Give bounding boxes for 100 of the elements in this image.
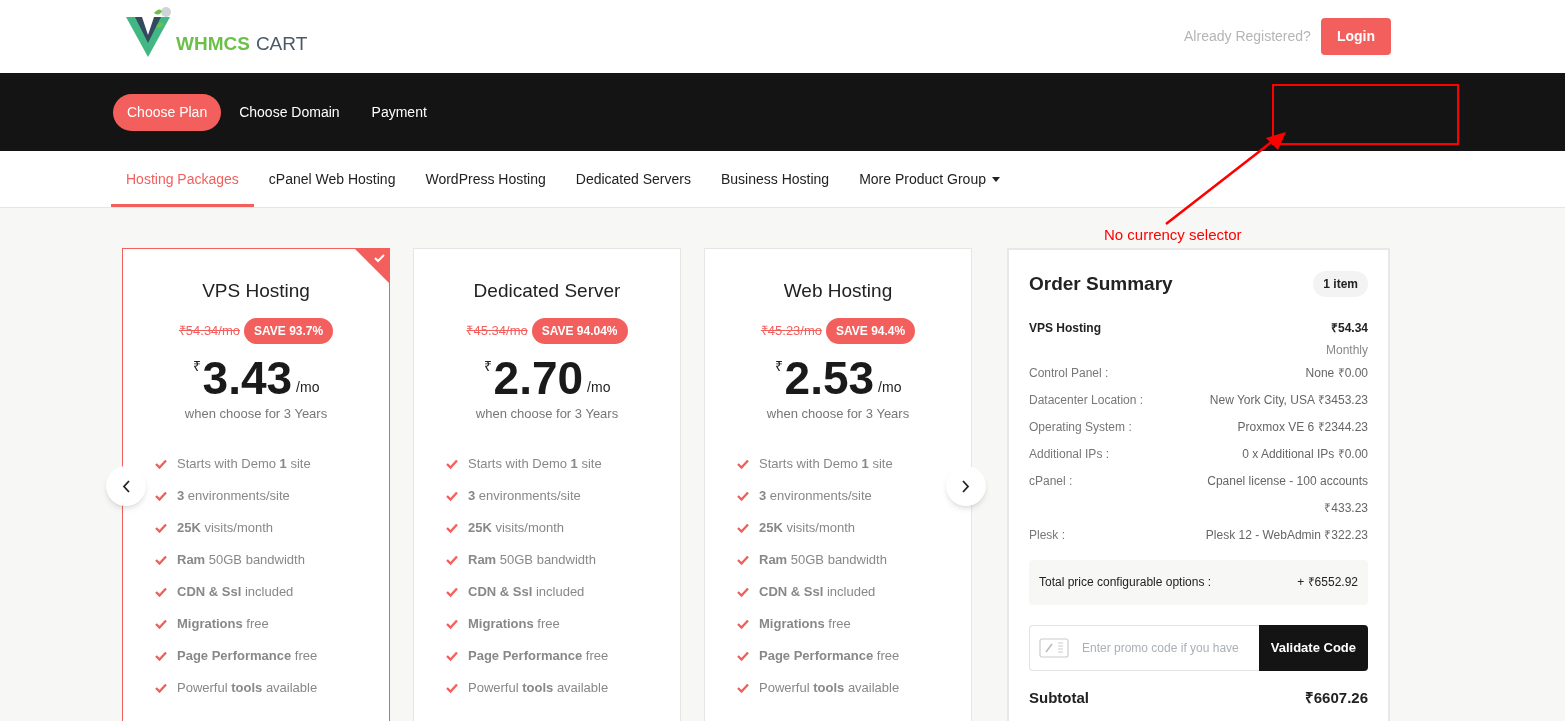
plan-name: VPS Hosting — [202, 279, 310, 303]
plan-feature: CDN & Ssl included — [468, 583, 585, 602]
plan-name: Dedicated Server — [473, 279, 621, 303]
total-options-label: Total price configurable options : — [1039, 574, 1212, 591]
check-icon — [446, 523, 458, 533]
plan-name: Web Hosting — [783, 279, 893, 303]
plan-feature: Ram 50GB bandwidth — [468, 551, 596, 570]
check-icon — [737, 459, 749, 469]
option-value: Proxmox VE 6 ₹2344.23 — [1237, 418, 1368, 436]
plan-feature: Starts with Demo 1 site — [177, 455, 311, 474]
check-icon — [155, 587, 167, 597]
option-value: None ₹0.00 — [1305, 364, 1368, 382]
option-label: Plesk : — [1029, 526, 1065, 544]
plan-price: 2.70 — [493, 351, 584, 404]
chevron-right-icon — [962, 479, 970, 493]
step-tab[interactable]: Payment — [357, 93, 441, 131]
subtotal-label: Subtotal — [1029, 687, 1089, 708]
plan-feature: Migrations free — [177, 615, 269, 634]
next-arrow-button[interactable] — [946, 466, 986, 506]
check-icon — [155, 683, 167, 693]
option-label: Additional IPs : — [1029, 445, 1110, 463]
plan-feature: Migrations free — [759, 615, 851, 634]
already-registered-text: Already Registered? — [1184, 27, 1311, 46]
check-icon — [446, 683, 458, 693]
currency-symbol: ₹ — [192, 356, 201, 376]
product-group-tab[interactable]: Business Hosting — [705, 151, 845, 207]
plan-feature: Page Performance free — [759, 647, 900, 666]
chevron-left-icon — [122, 479, 130, 493]
plan-feature: Powerful tools available — [468, 679, 609, 698]
billing-cycle: Monthly — [1325, 341, 1368, 359]
subtotal-value: ₹6607.26 — [1304, 687, 1368, 708]
plan-feature: Powerful tools available — [759, 679, 900, 698]
check-icon — [446, 587, 458, 597]
check-icon — [737, 619, 749, 629]
plan-feature: Starts with Demo 1 site — [759, 455, 893, 474]
plan-feature: Ram 50GB bandwidth — [759, 551, 887, 570]
check-icon — [155, 491, 167, 501]
plan-feature: Page Performance free — [177, 647, 318, 666]
selected-check-icon — [355, 249, 389, 283]
option-value: 0 x Additional IPs ₹0.00 — [1242, 445, 1368, 463]
plan-feature: 25K visits/month — [177, 519, 274, 538]
check-icon — [155, 555, 167, 565]
check-icon — [737, 555, 749, 565]
option-value: Plesk 12 - WebAdmin ₹322.23 — [1205, 526, 1368, 544]
check-icon — [155, 651, 167, 661]
save-badge: SAVE 93.7% — [244, 317, 334, 344]
check-icon — [737, 491, 749, 501]
summary-product-price: ₹54.34 — [1330, 319, 1368, 337]
plan-feature: Powerful tools available — [177, 679, 318, 698]
plan-feature: 3 environments/site — [468, 487, 581, 506]
plan-feature: CDN & Ssl included — [759, 583, 876, 602]
option-label: cPanel : — [1029, 472, 1073, 490]
summary-title: Order Summary — [1029, 272, 1173, 296]
product-group-tab[interactable]: Dedicated Servers — [560, 151, 706, 207]
check-icon — [737, 587, 749, 597]
option-label: Datacenter Location : — [1029, 391, 1144, 409]
promo-code-field[interactable]: Enter promo code if you have — [1029, 624, 1259, 671]
logo-icon[interactable] — [126, 4, 174, 57]
option-value: Cpanel license - 100 accounts ₹433.23 — [1206, 472, 1368, 517]
check-icon — [446, 459, 458, 469]
previous-arrow-button[interactable] — [106, 466, 146, 506]
check-icon — [737, 523, 749, 533]
check-icon — [155, 523, 167, 533]
old-price: ₹45.34/mo — [466, 321, 528, 340]
product-group-tab[interactable]: WordPress Hosting — [410, 151, 561, 207]
save-badge: SAVE 94.4% — [826, 317, 916, 344]
plan-price: 2.53 — [784, 351, 875, 404]
old-price: ₹54.34/mo — [178, 321, 240, 340]
product-group-tab[interactable]: More Product Group — [844, 151, 1015, 207]
option-value: New York City, USA ₹3453.23 — [1209, 391, 1368, 409]
step-tab[interactable]: Choose Domain — [225, 93, 354, 131]
check-icon — [155, 619, 167, 629]
old-price: ₹45.23/mo — [760, 321, 822, 340]
plan-feature: Starts with Demo 1 site — [468, 455, 602, 474]
price-period: /mo — [587, 377, 611, 397]
plan-price: 3.43 — [202, 351, 293, 404]
check-icon — [446, 491, 458, 501]
plan-feature: 3 environments/site — [177, 487, 290, 506]
check-icon — [446, 619, 458, 629]
check-icon — [446, 555, 458, 565]
save-badge: SAVE 94.04% — [531, 317, 628, 344]
product-group-tab[interactable]: cPanel Web Hosting — [253, 151, 411, 207]
price-term: when choose for 3 Years — [184, 404, 328, 423]
price-term: when choose for 3 Years — [766, 404, 910, 423]
plan-feature: 25K visits/month — [468, 519, 565, 538]
validate-code-button[interactable]: Validate Code — [1258, 624, 1368, 671]
check-icon — [737, 683, 749, 693]
plan-feature: 3 environments/site — [759, 487, 872, 506]
coupon-icon — [1039, 637, 1069, 658]
currency-symbol: ₹ — [774, 356, 783, 376]
item-count-badge: 1 item — [1313, 271, 1368, 298]
currency-symbol: ₹ — [483, 356, 492, 376]
plan-feature: Migrations free — [468, 615, 560, 634]
plan-feature: Page Performance free — [468, 647, 609, 666]
summary-product-name: VPS Hosting — [1029, 319, 1101, 337]
annotation-text: No currency selector — [1104, 225, 1242, 245]
plan-card[interactable] — [122, 248, 390, 721]
plan-feature: Ram 50GB bandwidth — [177, 551, 305, 570]
check-icon — [155, 459, 167, 469]
plan-feature: CDN & Ssl included — [177, 583, 294, 602]
